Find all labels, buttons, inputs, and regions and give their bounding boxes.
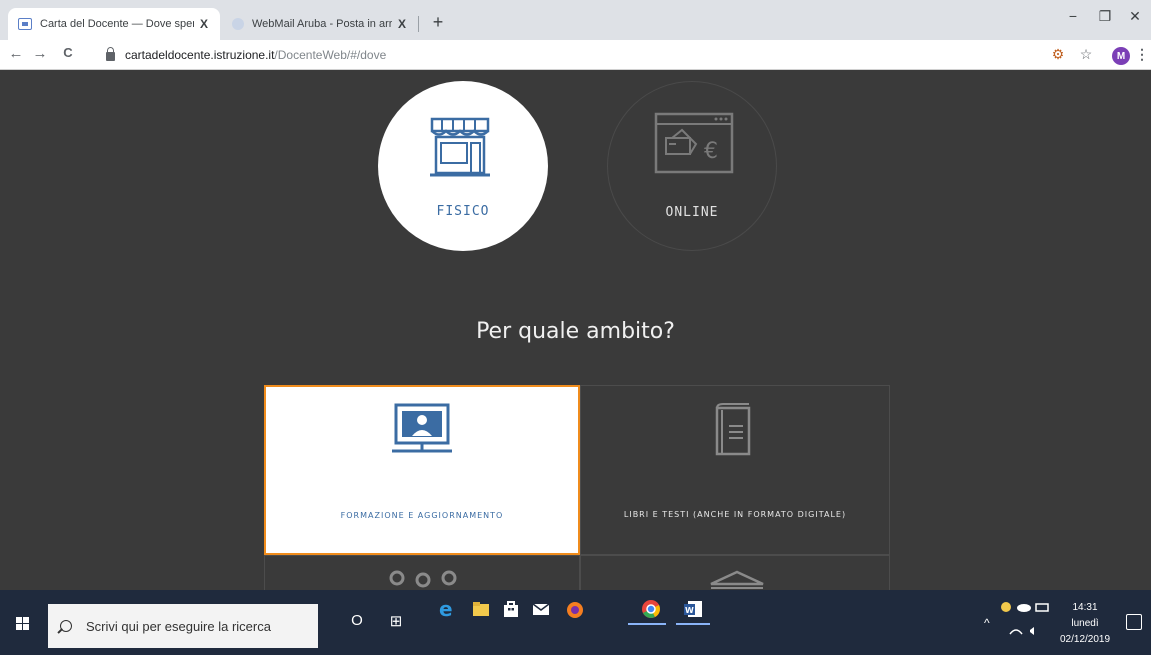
category-grid: FORMAZIONE E AGGIORNAMENTO LIBRI E TESTI…	[264, 385, 890, 590]
page-favicon-icon	[18, 18, 32, 30]
new-tab-button[interactable]: +	[426, 12, 450, 33]
taskbar-clock[interactable]: 14:31 lunedì 02/12/2019	[1060, 600, 1110, 648]
choice-fisico-label: FISICO	[436, 204, 490, 219]
tray-overflow-chevron[interactable]: ^	[984, 616, 990, 630]
chrome-icon[interactable]	[640, 598, 662, 620]
windows-start-icon[interactable]	[16, 617, 30, 631]
category-formazione-label: FORMAZIONE E AGGIORNAMENTO	[340, 511, 504, 520]
reload-button[interactable]: C	[58, 45, 78, 60]
word-icon[interactable]: W	[682, 598, 704, 620]
tab-title: WebMail Aruba - Posta in arrivo	[252, 18, 392, 30]
choice-online-label: ONLINE	[665, 205, 719, 220]
category-libri[interactable]: LIBRI E TESTI (ANCHE IN FORMATO DIGITALE…	[580, 385, 890, 555]
extension-icon[interactable]: ⚙	[1048, 46, 1068, 63]
category-tile-partial[interactable]	[264, 555, 580, 590]
chrome-menu-icon[interactable]: ⋮	[1132, 46, 1151, 63]
category-tile-partial[interactable]	[580, 555, 890, 590]
browser-toolbar: ← → C cartadeldocente.istruzione.it/Doce…	[0, 40, 1151, 70]
close-window-button[interactable]: ✕	[1120, 8, 1150, 25]
url-path: /DocenteWeb/#/dove	[274, 48, 387, 62]
ambito-question: Per quale ambito?	[476, 319, 675, 344]
choice-online[interactable]: € ONLINE	[607, 81, 777, 251]
restore-button[interactable]: ❐	[1090, 8, 1120, 25]
open-app-indicator	[676, 623, 710, 625]
mail-icon[interactable]	[530, 598, 552, 620]
taskbar-search-box[interactable]: Scrivi qui per eseguire la ricerca	[48, 604, 318, 648]
bookmark-star-icon[interactable]: ☆	[1076, 46, 1096, 63]
svg-text:W: W	[685, 606, 694, 615]
forward-button[interactable]: →	[30, 45, 50, 62]
windows-taskbar: Scrivi qui per eseguire la ricerca O ⊞ e…	[0, 590, 1151, 655]
clock-time: 14:31	[1072, 602, 1098, 613]
url-host: cartadeldocente.istruzione.it	[125, 48, 275, 62]
book-icon	[715, 403, 751, 456]
svg-text:e: e	[439, 598, 453, 620]
notification-center-icon[interactable]	[1126, 614, 1142, 630]
file-explorer-icon[interactable]	[470, 598, 492, 620]
svg-text:€: €	[704, 139, 718, 164]
clock-date: 02/12/2019	[1060, 634, 1111, 645]
profile-avatar[interactable]: M	[1112, 47, 1130, 65]
close-tab-icon[interactable]: X	[392, 17, 412, 31]
museum-icon	[710, 570, 764, 589]
tab-title: Carta del Docente — Dove spend	[40, 18, 194, 30]
close-tab-icon[interactable]: X	[194, 17, 214, 31]
category-libri-label: LIBRI E TESTI (ANCHE IN FORMATO DIGITALE…	[623, 510, 847, 519]
store-icon	[430, 117, 490, 177]
tab-webmail-aruba[interactable]: WebMail Aruba - Posta in arrivo X	[222, 8, 418, 40]
cortana-icon[interactable]: O	[346, 612, 368, 634]
active-app-indicator	[628, 623, 666, 625]
online-payment-icon: €	[654, 112, 734, 174]
page-content: FISICO € ONLINE Per quale ambito? FORMAZ…	[0, 70, 1151, 590]
teacher-screen-icon	[392, 403, 452, 453]
address-bar[interactable]: cartadeldocente.istruzione.it/DocenteWeb…	[106, 44, 386, 66]
tab-separator	[418, 16, 419, 32]
tray-icons[interactable]	[1000, 600, 1060, 640]
browser-tab-bar: Carta del Docente — Dove spend X WebMail…	[0, 0, 1151, 40]
edge-icon[interactable]: e	[436, 598, 458, 620]
search-placeholder: Scrivi qui per eseguire la ricerca	[86, 618, 271, 634]
tab-carta-del-docente[interactable]: Carta del Docente — Dove spend X	[8, 8, 220, 40]
minimize-button[interactable]: −	[1058, 8, 1088, 24]
task-view-icon[interactable]: ⊞	[385, 612, 407, 634]
people-icon	[389, 570, 457, 588]
clock-day: lunedì	[1071, 618, 1099, 629]
webmail-favicon-icon	[232, 18, 244, 30]
category-formazione[interactable]: FORMAZIONE E AGGIORNAMENTO	[264, 385, 580, 555]
firefox-icon[interactable]	[564, 598, 586, 620]
choice-fisico[interactable]: FISICO	[378, 81, 548, 251]
back-button[interactable]: ←	[6, 45, 26, 62]
search-icon	[60, 620, 72, 632]
store-bag-icon[interactable]	[500, 598, 522, 620]
lock-icon	[106, 47, 115, 61]
